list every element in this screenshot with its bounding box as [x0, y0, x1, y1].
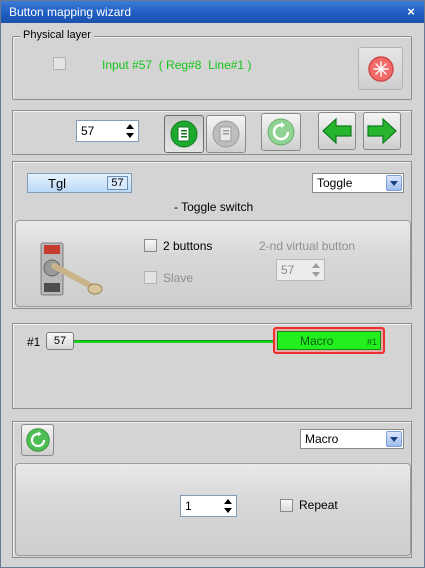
second-virtual-stepper[interactable]: 57 — [276, 259, 325, 281]
title-bar[interactable]: Button mapping wizard × — [1, 1, 424, 23]
stepper-arrows-icon[interactable] — [126, 123, 134, 139]
arrow-left-icon — [322, 117, 352, 145]
sheet-green-icon — [170, 120, 198, 148]
two-buttons-label: 2 buttons — [163, 239, 213, 253]
physical-input-text: Input #57 ( Reg#8 Line#1 ) — [102, 58, 252, 72]
physical-layer-label: Physical layer — [20, 29, 94, 41]
chevron-down-icon[interactable] — [386, 431, 402, 447]
wizard-window: Button mapping wizard × Physical layer I… — [0, 0, 425, 568]
mode-type-select[interactable]: Toggle — [312, 173, 404, 193]
close-icon[interactable]: × — [404, 1, 418, 23]
refresh-button[interactable] — [261, 113, 301, 151]
refresh-icon — [267, 118, 295, 146]
toggle-switch-icon — [40, 242, 103, 296]
macro-target-inner: Macro #1 — [277, 331, 381, 350]
action-type-value: Macro — [305, 432, 339, 446]
action-type-select[interactable]: Macro — [300, 429, 404, 449]
stepper-arrows-icon[interactable] — [224, 498, 232, 514]
physical-enable-checkbox[interactable] — [53, 57, 66, 70]
mode-tag-number: 57 — [107, 176, 128, 190]
next-button[interactable] — [363, 112, 401, 150]
red-star-icon — [368, 56, 394, 82]
second-virtual-label: 2-nd virtual button — [259, 239, 356, 253]
button-number-stepper[interactable]: 57 — [76, 120, 139, 142]
slave-checkbox[interactable] — [144, 271, 157, 284]
arrow-right-icon — [367, 117, 397, 145]
mode-tag-label: Tgl — [48, 176, 67, 191]
mapping-index: #1 — [27, 335, 41, 349]
mapping-link-line — [74, 340, 276, 343]
refresh-icon — [26, 428, 50, 452]
chevron-down-icon[interactable] — [386, 175, 402, 191]
repeat-checkbox[interactable] — [280, 499, 293, 512]
sheet-green-button[interactable] — [164, 115, 204, 153]
second-virtual-value: 57 — [281, 263, 295, 277]
macro-target-index: #1 — [366, 337, 377, 347]
previous-button[interactable] — [318, 112, 356, 150]
mode-tag: Tgl 57 — [27, 173, 132, 193]
macro-count-stepper[interactable]: 1 — [180, 495, 237, 517]
status-indicator — [358, 47, 403, 90]
button-number-value: 57 — [81, 124, 95, 138]
stepper-arrows-icon[interactable] — [312, 262, 320, 278]
sheet-gray-icon — [212, 120, 240, 148]
macro-target-label: Macro — [300, 334, 334, 348]
mode-type-value: Toggle — [317, 176, 353, 190]
macro-count-value: 1 — [185, 499, 192, 513]
mode-description: - Toggle switch — [174, 200, 254, 214]
macro-target[interactable]: Macro #1 — [273, 327, 385, 354]
slave-label: Slave — [163, 271, 194, 285]
repeat-label: Repeat — [299, 498, 338, 512]
two-buttons-checkbox[interactable] — [144, 239, 157, 252]
mapping-button-chip[interactable]: 57 — [46, 332, 74, 350]
sheet-gray-button[interactable] — [206, 115, 246, 153]
action-refresh-button[interactable] — [21, 424, 54, 456]
window-title: Button mapping wizard — [9, 5, 132, 19]
